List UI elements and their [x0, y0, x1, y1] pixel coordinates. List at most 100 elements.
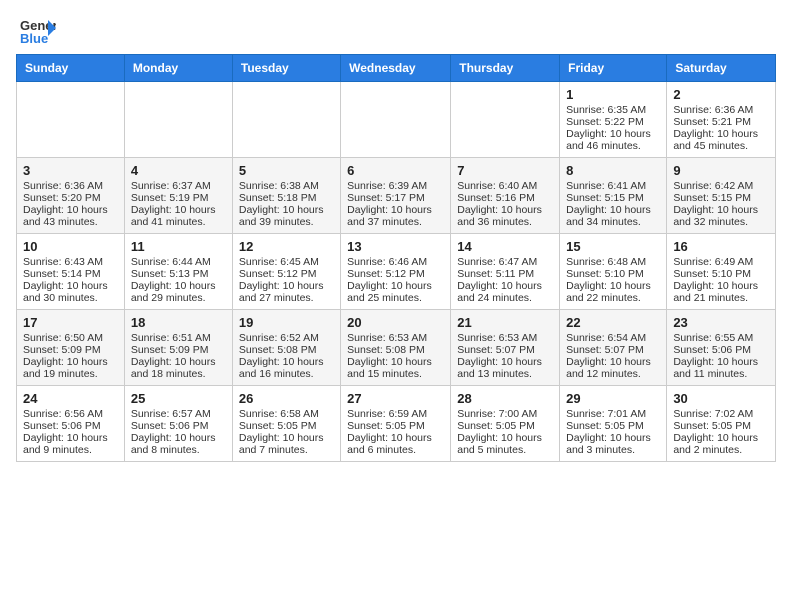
daylight-info: Daylight: 10 hours and 8 minutes.	[131, 432, 226, 456]
logo: General Blue	[20, 16, 56, 46]
daylight-info: Daylight: 10 hours and 3 minutes.	[566, 432, 660, 456]
sunset-info: Sunset: 5:15 PM	[566, 192, 660, 204]
sunset-info: Sunset: 5:19 PM	[131, 192, 226, 204]
day-number: 8	[566, 163, 660, 178]
calendar-body: 1Sunrise: 6:35 AMSunset: 5:22 PMDaylight…	[17, 82, 776, 462]
calendar-cell	[232, 82, 340, 158]
day-number: 18	[131, 315, 226, 330]
sunset-info: Sunset: 5:07 PM	[566, 344, 660, 356]
calendar-cell: 6Sunrise: 6:39 AMSunset: 5:17 PMDaylight…	[341, 158, 451, 234]
calendar-cell: 8Sunrise: 6:41 AMSunset: 5:15 PMDaylight…	[560, 158, 667, 234]
calendar-cell: 20Sunrise: 6:53 AMSunset: 5:08 PMDayligh…	[341, 310, 451, 386]
calendar-cell	[17, 82, 125, 158]
calendar-week-row: 10Sunrise: 6:43 AMSunset: 5:14 PMDayligh…	[17, 234, 776, 310]
day-number: 3	[23, 163, 118, 178]
sunrise-info: Sunrise: 6:42 AM	[673, 180, 769, 192]
sunset-info: Sunset: 5:06 PM	[23, 420, 118, 432]
daylight-info: Daylight: 10 hours and 21 minutes.	[673, 280, 769, 304]
sunset-info: Sunset: 5:12 PM	[239, 268, 334, 280]
calendar-cell: 24Sunrise: 6:56 AMSunset: 5:06 PMDayligh…	[17, 386, 125, 462]
sunset-info: Sunset: 5:14 PM	[23, 268, 118, 280]
sunset-info: Sunset: 5:09 PM	[131, 344, 226, 356]
sunset-info: Sunset: 5:16 PM	[457, 192, 553, 204]
calendar-cell: 18Sunrise: 6:51 AMSunset: 5:09 PMDayligh…	[124, 310, 232, 386]
logo-icon: General Blue	[20, 16, 56, 46]
calendar-cell	[341, 82, 451, 158]
daylight-info: Daylight: 10 hours and 30 minutes.	[23, 280, 118, 304]
sunset-info: Sunset: 5:09 PM	[23, 344, 118, 356]
calendar-cell: 9Sunrise: 6:42 AMSunset: 5:15 PMDaylight…	[667, 158, 776, 234]
calendar-week-row: 1Sunrise: 6:35 AMSunset: 5:22 PMDaylight…	[17, 82, 776, 158]
daylight-info: Daylight: 10 hours and 18 minutes.	[131, 356, 226, 380]
day-number: 19	[239, 315, 334, 330]
sunset-info: Sunset: 5:05 PM	[347, 420, 444, 432]
day-number: 22	[566, 315, 660, 330]
sunrise-info: Sunrise: 6:49 AM	[673, 256, 769, 268]
page-header: General Blue	[0, 0, 792, 54]
day-header-sunday: Sunday	[17, 55, 125, 82]
day-header-thursday: Thursday	[451, 55, 560, 82]
daylight-info: Daylight: 10 hours and 19 minutes.	[23, 356, 118, 380]
day-header-saturday: Saturday	[667, 55, 776, 82]
daylight-info: Daylight: 10 hours and 46 minutes.	[566, 128, 660, 152]
sunrise-info: Sunrise: 6:36 AM	[673, 104, 769, 116]
calendar-cell: 7Sunrise: 6:40 AMSunset: 5:16 PMDaylight…	[451, 158, 560, 234]
sunrise-info: Sunrise: 6:58 AM	[239, 408, 334, 420]
sunset-info: Sunset: 5:21 PM	[673, 116, 769, 128]
calendar-table: SundayMondayTuesdayWednesdayThursdayFrid…	[16, 54, 776, 462]
sunrise-info: Sunrise: 6:37 AM	[131, 180, 226, 192]
daylight-info: Daylight: 10 hours and 9 minutes.	[23, 432, 118, 456]
daylight-info: Daylight: 10 hours and 15 minutes.	[347, 356, 444, 380]
sunset-info: Sunset: 5:20 PM	[23, 192, 118, 204]
sunset-info: Sunset: 5:06 PM	[673, 344, 769, 356]
calendar-cell: 28Sunrise: 7:00 AMSunset: 5:05 PMDayligh…	[451, 386, 560, 462]
calendar-cell: 3Sunrise: 6:36 AMSunset: 5:20 PMDaylight…	[17, 158, 125, 234]
day-number: 10	[23, 239, 118, 254]
day-header-tuesday: Tuesday	[232, 55, 340, 82]
daylight-info: Daylight: 10 hours and 7 minutes.	[239, 432, 334, 456]
daylight-info: Daylight: 10 hours and 39 minutes.	[239, 204, 334, 228]
sunset-info: Sunset: 5:07 PM	[457, 344, 553, 356]
sunrise-info: Sunrise: 6:50 AM	[23, 332, 118, 344]
daylight-info: Daylight: 10 hours and 2 minutes.	[673, 432, 769, 456]
sunset-info: Sunset: 5:06 PM	[131, 420, 226, 432]
daylight-info: Daylight: 10 hours and 37 minutes.	[347, 204, 444, 228]
calendar-cell: 30Sunrise: 7:02 AMSunset: 5:05 PMDayligh…	[667, 386, 776, 462]
daylight-info: Daylight: 10 hours and 41 minutes.	[131, 204, 226, 228]
calendar-cell: 29Sunrise: 7:01 AMSunset: 5:05 PMDayligh…	[560, 386, 667, 462]
sunset-info: Sunset: 5:05 PM	[239, 420, 334, 432]
day-number: 7	[457, 163, 553, 178]
daylight-info: Daylight: 10 hours and 22 minutes.	[566, 280, 660, 304]
calendar-cell: 2Sunrise: 6:36 AMSunset: 5:21 PMDaylight…	[667, 82, 776, 158]
day-number: 25	[131, 391, 226, 406]
sunrise-info: Sunrise: 6:41 AM	[566, 180, 660, 192]
sunrise-info: Sunrise: 6:36 AM	[23, 180, 118, 192]
sunset-info: Sunset: 5:10 PM	[673, 268, 769, 280]
day-number: 13	[347, 239, 444, 254]
sunrise-info: Sunrise: 6:54 AM	[566, 332, 660, 344]
sunset-info: Sunset: 5:10 PM	[566, 268, 660, 280]
day-number: 21	[457, 315, 553, 330]
calendar-cell: 27Sunrise: 6:59 AMSunset: 5:05 PMDayligh…	[341, 386, 451, 462]
sunrise-info: Sunrise: 6:44 AM	[131, 256, 226, 268]
calendar-cell: 22 Sunrise: 6:54 AMSunset: 5:07 PMDayligh…	[560, 310, 667, 386]
day-number: 6	[347, 163, 444, 178]
daylight-info: Daylight: 10 hours and 12 minutes.	[566, 356, 660, 380]
calendar-week-row: 24Sunrise: 6:56 AMSunset: 5:06 PMDayligh…	[17, 386, 776, 462]
calendar-container: SundayMondayTuesdayWednesdayThursdayFrid…	[0, 54, 792, 470]
day-number: 9	[673, 163, 769, 178]
sunset-info: Sunset: 5:05 PM	[673, 420, 769, 432]
sunset-info: Sunset: 5:11 PM	[457, 268, 553, 280]
day-number: 27	[347, 391, 444, 406]
calendar-cell: 25Sunrise: 6:57 AMSunset: 5:06 PMDayligh…	[124, 386, 232, 462]
sunrise-info: Sunrise: 6:46 AM	[347, 256, 444, 268]
day-number: 11	[131, 239, 226, 254]
calendar-cell: 23Sunrise: 6:55 AMSunset: 5:06 PMDayligh…	[667, 310, 776, 386]
sunrise-info: Sunrise: 6:45 AM	[239, 256, 334, 268]
calendar-cell: 15Sunrise: 6:48 AMSunset: 5:10 PMDayligh…	[560, 234, 667, 310]
daylight-info: Daylight: 10 hours and 24 minutes.	[457, 280, 553, 304]
svg-text:Blue: Blue	[20, 31, 48, 46]
day-number: 17	[23, 315, 118, 330]
day-number: 4	[131, 163, 226, 178]
sunrise-info: Sunrise: 6:53 AM	[457, 332, 553, 344]
